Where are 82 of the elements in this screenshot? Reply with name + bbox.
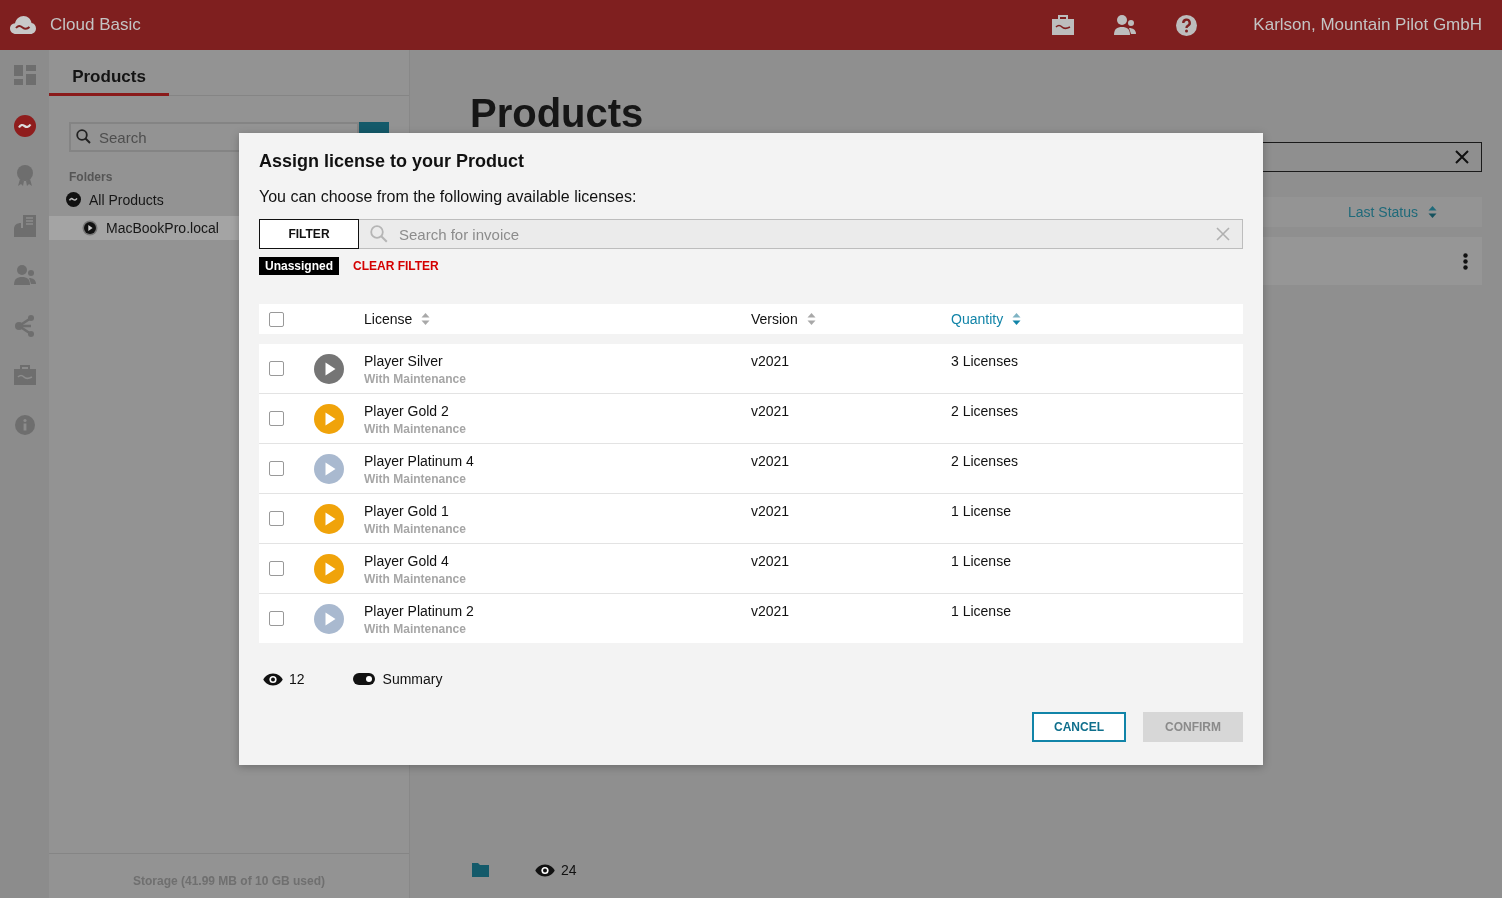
clear-icon[interactable] [1216,227,1230,241]
table-cell: v2021 [751,453,790,469]
table-cell: 2 Licenses [951,403,1018,419]
share-icon[interactable] [14,315,35,337]
tilde-logo-icon[interactable] [13,115,36,137]
cancel-button[interactable]: CANCEL [1032,712,1126,742]
sort-icon [1012,312,1022,326]
table-cell: 1 License [951,553,1011,569]
column-header[interactable]: Quantity [951,311,1004,327]
license-name: Player Gold 1 [364,503,450,519]
license-name: Player Platinum 4 [364,453,475,469]
section-label: Folders [69,170,114,184]
play-icon [82,220,98,236]
checkbox[interactable] [269,511,284,526]
more-icon[interactable] [1463,252,1468,270]
column-header[interactable]: License [364,311,413,327]
table-row[interactable]: Player Silver With Maintenance v2021 3 Licenses [259,344,1243,394]
search-field[interactable]: Search for invoice [359,219,1243,249]
license-subtitle: With Maintenance [364,422,467,436]
toggle-switch[interactable] [352,673,375,685]
table-cell: v2021 [751,603,790,619]
briefcase-icon[interactable] [1052,15,1075,35]
award-icon[interactable] [15,165,34,187]
help-icon[interactable] [1176,14,1198,36]
table-cell: 3 Licenses [951,353,1018,369]
filter-button[interactable]: FILTER [259,219,359,249]
license-name: Player Platinum 2 [364,603,475,619]
license-subtitle: With Maintenance [364,472,467,486]
folder-icon[interactable] [472,863,489,877]
license-subtitle: With Maintenance [364,622,467,636]
close-icon[interactable] [1455,150,1469,164]
dialog-title: Assign license to your Product [259,151,526,172]
table-cell: v2021 [751,553,790,569]
products-tab[interactable]: Products [49,53,169,96]
license-subtitle: With Maintenance [364,372,467,386]
sort-icon [1428,205,1437,219]
license-name: Player Gold 4 [364,553,450,569]
license-subtitle: With Maintenance [364,522,467,536]
table-cell: v2021 [751,503,790,519]
checkbox[interactable] [269,411,284,426]
table-cell: 1 License [951,503,1011,519]
dialog-subtitle: You can choose from the following available licenses: [259,188,638,206]
table-cell: v2021 [751,403,790,419]
checkbox[interactable] [269,561,284,576]
table-row[interactable]: Player Gold 4 With Maintenance v2021 1 License [259,544,1243,594]
checkbox[interactable] [269,461,284,476]
documents-icon[interactable] [13,215,36,237]
page-title: Products [470,93,645,133]
tilde-icon [66,192,81,207]
table-row[interactable]: Player Platinum 2 With Maintenance v2021 1 License [259,594,1243,643]
table-row[interactable]: Player Gold 2 With Maintenance v2021 2 Licenses [259,394,1243,444]
view-count: 24 [561,862,577,878]
license-name: Player Gold 2 [364,403,450,419]
search-field[interactable]: Search [69,122,359,152]
column-header[interactable]: Version [751,311,798,327]
checkbox[interactable] [269,361,284,376]
checkbox[interactable] [269,611,284,626]
sort-icon [421,312,431,326]
table-cell: 2 Licenses [951,453,1018,469]
search-icon [370,225,388,243]
users-icon[interactable] [1114,15,1137,35]
dashboard-icon[interactable] [13,65,36,85]
sort-icon [806,312,816,326]
app-name: Cloud Basic [50,15,141,35]
license-name: Player Silver [364,353,444,369]
eye-icon [535,863,555,877]
info-icon[interactable] [14,415,35,435]
checkbox[interactable] [269,311,284,327]
eye-icon [263,672,283,686]
search-icon [76,129,91,144]
table-cell: v2021 [751,353,790,369]
filter-tag[interactable]: Unassigned [259,257,339,275]
table-row[interactable]: Player Gold 1 With Maintenance v2021 1 License [259,494,1243,544]
user-name[interactable]: Karlson, Mountain Pilot GmbH [1253,15,1482,35]
cloud-logo-icon [10,16,36,34]
clear-filter-link[interactable]: CLEAR FILTER [353,259,439,273]
table-row[interactable]: Player Platinum 4 With Maintenance v2021 2 Licenses [259,444,1243,494]
license-subtitle: With Maintenance [364,572,467,586]
table-cell: 1 License [951,603,1011,619]
view-count: 12 [289,671,305,687]
toggle-label: Summary [382,671,443,687]
search-field[interactable] [1262,142,1482,172]
